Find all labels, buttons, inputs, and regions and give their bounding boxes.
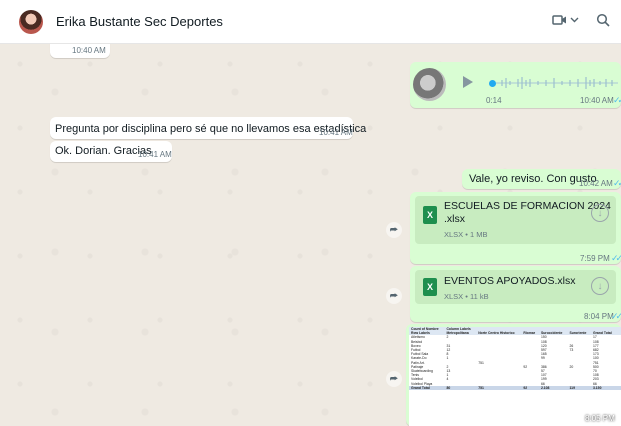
voice-duration: 0:14 xyxy=(486,96,502,105)
message-time: 8:04 PM xyxy=(584,312,614,321)
download-icon[interactable]: ↓ xyxy=(591,204,609,222)
read-ticks-icon: ✓✓ xyxy=(611,253,621,263)
read-ticks-icon: ✓✓ xyxy=(613,178,621,188)
forward-icon[interactable]: ⮫ xyxy=(386,371,402,387)
contact-name[interactable]: Erika Bustante Sec Deportes xyxy=(56,14,223,29)
message-time: 7:59 PM xyxy=(580,254,610,263)
forward-icon[interactable]: ⮫ xyxy=(386,222,402,238)
table-cell: 119 xyxy=(567,385,591,391)
xlsx-file-icon: X xyxy=(423,278,437,296)
chevron-down-icon[interactable] xyxy=(570,17,579,23)
play-icon[interactable] xyxy=(462,75,474,89)
message-time: 10:40 AM xyxy=(72,46,106,55)
read-ticks-icon: ✓✓ xyxy=(613,95,621,105)
message-text: Vale, yo reviso. Con gusto xyxy=(469,173,597,185)
message-bubble-incoming[interactable]: Ok. Dorian. Gracias 10:41 AM xyxy=(50,141,172,162)
download-icon[interactable]: ↓ xyxy=(591,277,609,295)
message-time: 8:05 PM xyxy=(585,414,615,423)
file-name: ESCUELAS DE FORMACION 2024 xyxy=(444,200,611,212)
chat-area[interactable]: 10:40 AM 0:14 10:40 AM ✓✓ Pregunta por d… xyxy=(0,44,621,426)
message-time: 10:42 AM xyxy=(579,179,613,188)
video-call-icon[interactable] xyxy=(552,13,568,27)
table-total-row: Grand Total 80 751 92 2.108 119 3.150 xyxy=(409,385,621,391)
xlsx-file-icon: X xyxy=(423,206,437,224)
forward-icon[interactable]: ⮫ xyxy=(386,288,402,304)
file-meta: XLSX • 1 MB xyxy=(444,230,488,239)
voice-waveform-icon xyxy=(496,77,618,89)
message-bubble-outgoing[interactable]: Vale, yo reviso. Con gusto 10:42 AM ✓✓ xyxy=(462,169,621,189)
message-time: 10:41 AM xyxy=(319,128,353,137)
message-time: 10:40 AM xyxy=(580,96,614,105)
message-time: 10:41 AM xyxy=(138,150,172,159)
voice-progress-knob[interactable] xyxy=(489,80,496,87)
search-icon[interactable] xyxy=(596,13,610,27)
file-meta: XLSX • 11 kB xyxy=(444,292,489,301)
table-cell: 751 xyxy=(476,385,522,391)
spreadsheet-image[interactable]: Count of Nombre Column Labels Row Labels Me… xyxy=(409,327,621,426)
table-cell: 3.150 xyxy=(590,385,617,391)
voice-avatar xyxy=(413,68,446,101)
file-name: EVENTOS APOYADOS.xlsx xyxy=(444,275,576,287)
table-cell: 92 xyxy=(521,385,539,391)
avatar[interactable] xyxy=(19,10,43,34)
file-name-ext: .xlsx xyxy=(444,213,465,225)
message-bubble-incoming[interactable]: Pregunta por disciplina pero sé que no l… xyxy=(50,117,366,139)
table-cell: 80 xyxy=(444,385,477,391)
table-cell: 2.108 xyxy=(538,385,568,391)
file-message-bubble[interactable]: X ESCUELAS DE FORMACION 2024 .xlsx XLSX … xyxy=(410,192,621,264)
pivot-table: Count of Nombre Column Labels Row Labels Me… xyxy=(409,327,621,391)
voice-message-bubble[interactable]: 0:14 10:40 AM ✓✓ xyxy=(410,62,621,108)
file-message-bubble[interactable]: X EVENTOS APOYADOS.xlsx XLSX • 11 kB ↓ 8… xyxy=(410,266,621,322)
read-ticks-icon: ✓✓ xyxy=(611,311,621,321)
table-cell: Grand Total xyxy=(409,385,445,391)
message-bubble-partial[interactable]: 10:40 AM xyxy=(50,44,110,58)
table-cell xyxy=(616,385,621,391)
chat-header: Erika Bustante Sec Deportes xyxy=(0,0,621,44)
